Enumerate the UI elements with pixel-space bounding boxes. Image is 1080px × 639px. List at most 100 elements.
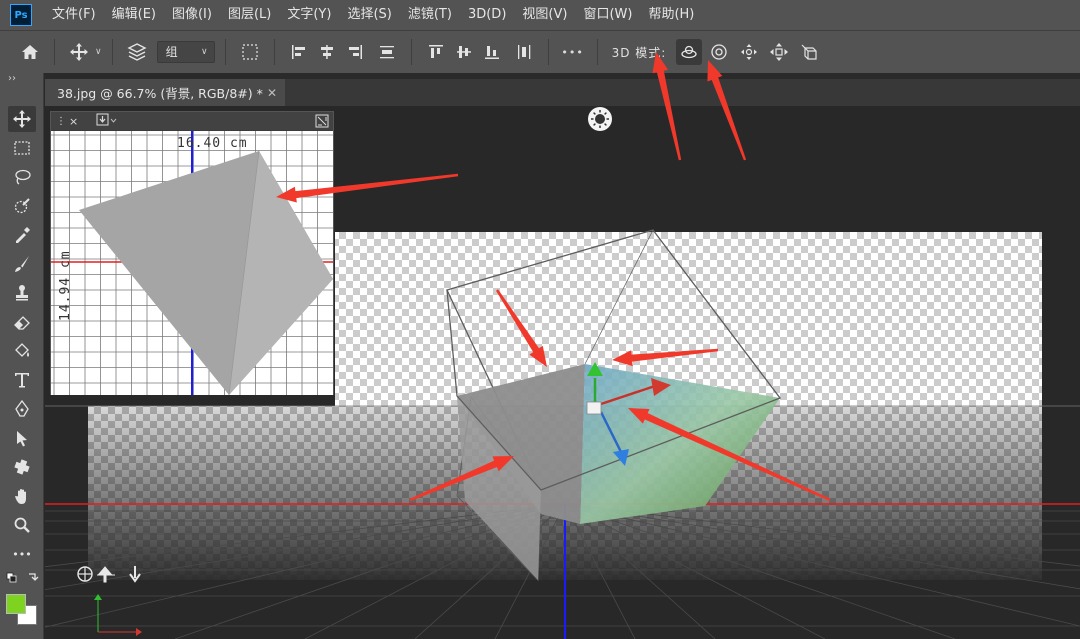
edit-toolbar-button[interactable]: ••• <box>8 541 36 567</box>
align-left-button[interactable] <box>285 38 313 66</box>
photoshop-window: Ps 文件(F) 编辑(E) 图像(I) 图层(L) 文字(Y) 选择(S) 滤… <box>0 0 1080 639</box>
eyedropper-tool[interactable] <box>8 222 36 248</box>
lasso-tool[interactable] <box>8 164 36 190</box>
align-right-icon <box>348 45 362 59</box>
menu-view[interactable]: 视图(V) <box>514 0 575 30</box>
show-transform-controls-button[interactable] <box>236 38 264 66</box>
swap-view-icon <box>315 114 329 128</box>
menu-file[interactable]: 文件(F) <box>44 0 104 30</box>
align-right-button[interactable] <box>341 38 369 66</box>
align-horizontal-center-button[interactable] <box>313 38 341 66</box>
separator <box>111 39 113 65</box>
close-icon[interactable]: ✕ <box>267 86 277 100</box>
photoshop-logo: Ps <box>10 4 32 26</box>
custom-shape-tool[interactable] <box>8 454 36 480</box>
foreground-color-swatch[interactable] <box>6 594 26 614</box>
menu-3d[interactable]: 3D(D) <box>460 0 514 30</box>
3d-scale-button[interactable] <box>796 39 822 65</box>
transform-controls-icon <box>241 44 258 60</box>
3d-orbit-button[interactable] <box>676 39 703 65</box>
distribute-icon <box>379 46 394 59</box>
options-bar: ∨ 组 ∨ ••• 3D 模式: <box>0 30 1080 73</box>
paint-bucket-tool[interactable] <box>8 338 36 364</box>
secondary-view-header: ⋮ × <box>51 112 333 130</box>
menu-type[interactable]: 文字(Y) <box>279 0 339 30</box>
separator <box>273 39 275 65</box>
3d-mode-label: 3D 模式: <box>611 45 667 60</box>
menu-filter[interactable]: 滤镜(T) <box>400 0 460 30</box>
separator <box>410 39 412 65</box>
menu-help[interactable]: 帮助(H) <box>640 0 702 30</box>
brush-icon <box>15 256 29 272</box>
collapse-toolbar-button[interactable]: ›› <box>8 73 16 84</box>
canvas-transparent-area <box>335 232 1042 406</box>
orbit-icon <box>681 45 697 59</box>
zoom-icon <box>14 517 30 533</box>
more-options-button[interactable]: ••• <box>559 38 587 66</box>
align-center-icon <box>320 45 333 59</box>
panel-grip-icon[interactable]: ⋮ <box>56 116 66 127</box>
zoom-tool[interactable] <box>8 512 36 538</box>
document-tab-bar: 38.jpg @ 66.7% (背景, RGB/8#) * ✕ <box>45 79 1080 106</box>
group-select-value: 组 <box>165 45 178 59</box>
align-left-icon <box>291 45 305 59</box>
separator <box>547 39 549 65</box>
distribute-vertical-button[interactable] <box>373 38 401 66</box>
separator <box>224 39 226 65</box>
clone-stamp-tool[interactable] <box>8 280 36 306</box>
distribute-horizontal-button[interactable] <box>510 38 538 66</box>
auto-select-target-select[interactable]: 组 ∨ <box>156 41 215 63</box>
menu-select[interactable]: 选择(S) <box>339 0 399 30</box>
separator <box>54 39 55 65</box>
menu-image[interactable]: 图像(I) <box>164 0 220 30</box>
gizmo-center-handle[interactable] <box>586 401 602 415</box>
rectangular-marquee-tool[interactable] <box>8 135 36 161</box>
move-tool[interactable] <box>8 106 36 132</box>
document-tab[interactable]: 38.jpg @ 66.7% (背景, RGB/8#) * ✕ <box>45 79 285 106</box>
lasso-icon <box>15 169 31 185</box>
align-middle-icon <box>456 46 471 58</box>
secondary-view-panel[interactable]: ⋮ × 16.40 cm 14.94 cm <box>50 111 334 395</box>
type-icon <box>15 373 29 388</box>
align-top-icon <box>428 45 443 58</box>
3d-pan-button[interactable] <box>736 39 762 65</box>
pan-icon <box>741 44 758 60</box>
menu-window[interactable]: 窗口(W) <box>575 0 640 30</box>
layers-icon <box>127 43 147 61</box>
path-selection-tool[interactable] <box>8 425 36 451</box>
type-tool[interactable] <box>8 367 36 393</box>
align-vertical-center-button[interactable] <box>450 38 478 66</box>
default-colors-button[interactable] <box>2 567 42 589</box>
menu-layer[interactable]: 图层(L) <box>220 0 279 30</box>
separator <box>596 39 598 65</box>
roll-icon <box>711 44 727 60</box>
close-secondary-view-button[interactable]: × <box>69 115 78 128</box>
eraser-tool[interactable] <box>8 309 36 335</box>
move-icon <box>13 110 31 128</box>
auto-select-button[interactable] <box>123 38 151 66</box>
quick-selection-tool[interactable] <box>8 193 36 219</box>
align-bottom-button[interactable] <box>478 38 506 66</box>
menu-edit[interactable]: 编辑(E) <box>104 0 164 30</box>
document-tab-title: 38.jpg @ 66.7% (背景, RGB/8#) * <box>57 86 263 101</box>
distribute-horizontal-icon <box>517 45 530 59</box>
view-select-button[interactable] <box>96 113 118 130</box>
brush-tool[interactable] <box>8 251 36 277</box>
light-source-icon[interactable] <box>588 107 612 131</box>
3d-roll-button[interactable] <box>706 39 732 65</box>
chevron-down-icon[interactable]: ∨ <box>95 47 102 57</box>
swap-views-button[interactable] <box>315 114 329 131</box>
height-dimension-label: 14.94 cm <box>58 250 73 321</box>
hand-tool[interactable] <box>8 483 36 509</box>
menu-bar: Ps 文件(F) 编辑(E) 图像(I) 图层(L) 文字(Y) 选择(S) 滤… <box>0 0 1080 30</box>
pen-tool[interactable] <box>8 396 36 422</box>
shape-icon <box>14 459 30 475</box>
move-tool-preset-button[interactable] <box>65 38 93 66</box>
pen-icon <box>15 400 29 417</box>
hand-icon <box>15 489 26 504</box>
align-bottom-icon <box>484 46 499 59</box>
3d-slide-button[interactable] <box>766 39 792 65</box>
quick-select-icon <box>14 198 30 214</box>
home-button[interactable] <box>16 38 44 66</box>
align-top-button[interactable] <box>422 38 450 66</box>
